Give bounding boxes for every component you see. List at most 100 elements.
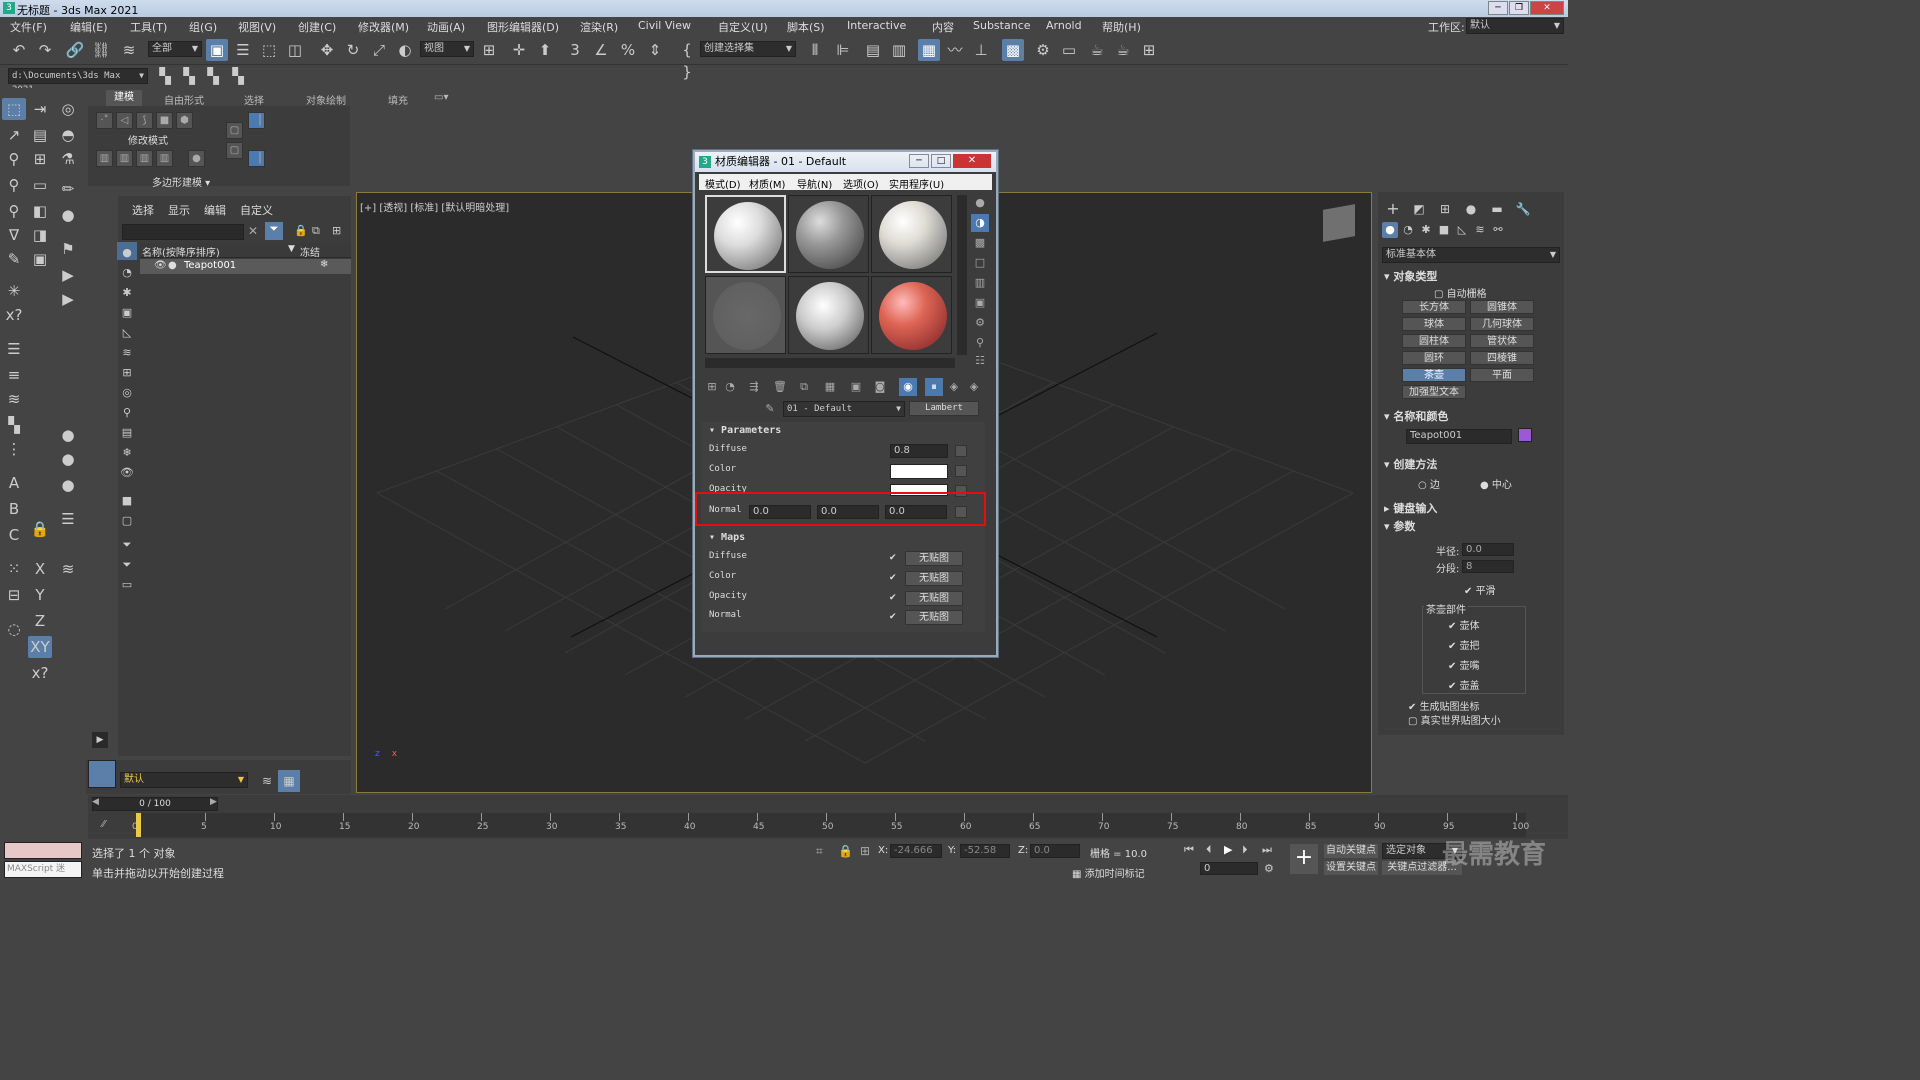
radius-spinner[interactable]: 0.0 — [1462, 543, 1514, 556]
align-icon[interactable]: ⊫ — [832, 39, 854, 61]
material-slot-2[interactable] — [788, 195, 869, 273]
shape-tool-2-icon[interactable]: ◧ — [28, 200, 52, 222]
textplus-button[interactable]: 加强型文本 — [1402, 385, 1466, 399]
keyboard-entry-section[interactable]: ▸ 键盘输入 — [1384, 500, 1437, 516]
cylinder-button[interactable]: 圆柱体 — [1402, 334, 1466, 348]
bold-tool-icon[interactable]: B — [2, 498, 26, 520]
display-groups-icon[interactable]: ⊞ — [117, 362, 137, 380]
project-folder-icon[interactable]: ▚ — [154, 65, 176, 87]
curve-editor-icon[interactable]: 〰 — [944, 39, 966, 61]
backlight-icon[interactable]: ◑ — [971, 214, 989, 232]
prev-frame-icon[interactable]: ⏴ — [1206, 843, 1212, 857]
creation-center-radio[interactable]: ● 中心 — [1480, 476, 1512, 491]
material-id-icon[interactable]: ▣ — [847, 378, 865, 396]
ribbon-tool-4-icon[interactable]: ▥ — [156, 150, 173, 167]
part-lid-checkbox[interactable]: ✔ 壶盖 — [1448, 677, 1480, 692]
menu-modifiers[interactable]: 修改器(M) — [358, 19, 409, 35]
pick-material-icon[interactable]: ◈ — [965, 378, 983, 396]
map-opacity-checkbox[interactable]: ✔ — [889, 593, 897, 603]
axis-constraint-icon[interactable]: x? — [2, 304, 26, 326]
rendered-frame-window-icon[interactable]: ▭ — [1058, 39, 1080, 61]
shapes-icon[interactable]: ◔ — [1400, 222, 1416, 238]
me-maximize-button[interactable]: □ — [931, 154, 951, 168]
map-color-checkbox[interactable]: ✔ — [889, 573, 897, 583]
assign-to-selection-icon[interactable]: ⇶ — [745, 378, 763, 396]
select-object-icon[interactable]: ▣ — [206, 39, 228, 61]
percent-snap-icon[interactable]: % — [617, 39, 639, 61]
layer-dropdown[interactable]: 默认 ▼ — [120, 772, 248, 788]
menu-arnold[interactable]: Arnold — [1046, 19, 1082, 32]
column-name[interactable]: 名称(按降序排序) — [142, 244, 220, 259]
lock-icon[interactable]: 🔒 — [28, 518, 52, 540]
map-opacity-button[interactable]: 无贴图 — [905, 591, 963, 606]
material-name-dropdown[interactable]: 01 - Default ▼ — [783, 401, 905, 417]
workspace-dropdown[interactable]: 默认 ▼ — [1466, 18, 1564, 34]
ribbon-options-icon[interactable]: ▭▾ — [434, 92, 448, 103]
sphere-2-icon[interactable]: ● — [56, 448, 80, 470]
scene-explorer-toggle-icon[interactable] — [88, 760, 116, 788]
coord-z-field[interactable]: 0.0 — [1030, 844, 1080, 858]
part-handle-checkbox[interactable]: ✔ 壶把 — [1448, 637, 1480, 652]
tool-flag-icon[interactable]: ⚑ — [56, 238, 80, 260]
material-editor-titlebar[interactable]: 3 材质编辑器 - 01 - Default ─ □ ✕ — [695, 152, 996, 172]
display-none-icon[interactable]: ▢ — [117, 510, 137, 528]
close-button[interactable]: ✕ — [1530, 1, 1564, 15]
layer-manager-icon[interactable]: ≋ — [256, 770, 278, 792]
material-slot-1[interactable] — [705, 195, 786, 273]
display-folder-icon[interactable]: ▭ — [117, 574, 137, 592]
set-key-icon[interactable]: + — [1290, 844, 1318, 874]
motion-tab-icon[interactable]: ● — [1460, 198, 1482, 220]
spacewarps-icon[interactable]: ≋ — [1472, 222, 1488, 238]
ribbon-tool-3-icon[interactable]: ▥ — [136, 150, 153, 167]
reset-map-icon[interactable]: 🗑 — [771, 378, 789, 396]
menu-help[interactable]: 帮助(H) — [1102, 19, 1141, 35]
color-swatch[interactable] — [890, 464, 948, 479]
tool-orb-icon[interactable]: ● — [56, 204, 80, 226]
display-helpers-icon[interactable]: ◺ — [117, 322, 137, 340]
tool-film-icon[interactable]: ▶ — [56, 288, 80, 310]
menu-content[interactable]: 内容 — [932, 19, 954, 35]
absolute-mode-icon[interactable]: ⊞ — [860, 844, 870, 858]
coord-y-field[interactable]: -52.58 — [960, 844, 1010, 858]
video-color-check-icon[interactable]: ▥ — [971, 274, 989, 292]
x-axis-icon[interactable]: X — [28, 558, 52, 580]
ribbon-tool-5-icon[interactable]: ● — [188, 150, 205, 167]
explorer-lock-icon[interactable]: 🔒 — [294, 224, 308, 237]
lasso-icon[interactable]: ↗ — [2, 124, 26, 146]
circle-select-icon[interactable]: ◌ — [2, 618, 26, 640]
a360-icon[interactable]: ⊞ — [1138, 39, 1160, 61]
display-all-icon[interactable]: ■ — [117, 490, 137, 508]
link-tool-icon[interactable]: ⇥ — [28, 98, 52, 120]
make-preview-icon[interactable]: ▣ — [971, 294, 989, 312]
teapot-button[interactable]: 茶壶 — [1402, 368, 1466, 382]
color-map-slot[interactable] — [955, 465, 967, 477]
bind-space-warp-icon[interactable]: ≋ — [118, 39, 140, 61]
me-menu-utilities[interactable]: 实用程序(U) — [889, 176, 944, 191]
project-folder-2-icon[interactable]: ▚ — [178, 65, 200, 87]
select-manipulate-icon[interactable]: ✛ — [508, 39, 530, 61]
put-to-scene-icon[interactable]: ◔ — [721, 378, 739, 396]
time-cursor[interactable] — [136, 813, 141, 837]
timeline-track[interactable]: 0 5 10 15 20 25 30 35 40 45 50 55 60 65 70 75 80 85 90 95 10… — [132, 813, 1529, 837]
select-by-material-icon[interactable]: ⚲ — [971, 334, 989, 352]
tab-selection[interactable]: 选择 — [244, 92, 264, 107]
tube-button[interactable]: 管状体 — [1470, 334, 1534, 348]
hierarchy-icon[interactable]: ⋮ — [2, 438, 26, 460]
map-normal-checkbox[interactable]: ✔ — [889, 612, 897, 622]
explorer-hierarchy-icon[interactable]: ⊞ — [332, 224, 341, 237]
coord-x-field[interactable]: -24.666 — [890, 844, 942, 858]
box-button[interactable]: 长方体 — [1402, 300, 1466, 314]
element-mode-icon[interactable]: ⬢ — [176, 112, 193, 129]
border-mode-icon[interactable]: ⟆ — [136, 112, 153, 129]
create-tab-icon[interactable]: + — [1382, 198, 1404, 220]
measure-icon[interactable]: ⊟ — [2, 584, 26, 606]
maxscript-listener-top[interactable] — [4, 842, 82, 859]
time-slider-next-icon[interactable]: ▶ — [210, 797, 217, 807]
scale-icon[interactable]: ⤢ — [368, 39, 390, 61]
angle-snap-icon[interactable]: ∠ — [590, 39, 612, 61]
background-icon[interactable]: ▩ — [971, 234, 989, 252]
diffuse-spinner[interactable]: 0.8 — [890, 444, 948, 458]
systems-icon[interactable]: ⚯ — [1490, 222, 1506, 238]
part-spout-checkbox[interactable]: ✔ 壶嘴 — [1448, 657, 1480, 672]
map-diffuse-checkbox[interactable]: ✔ — [889, 553, 897, 563]
